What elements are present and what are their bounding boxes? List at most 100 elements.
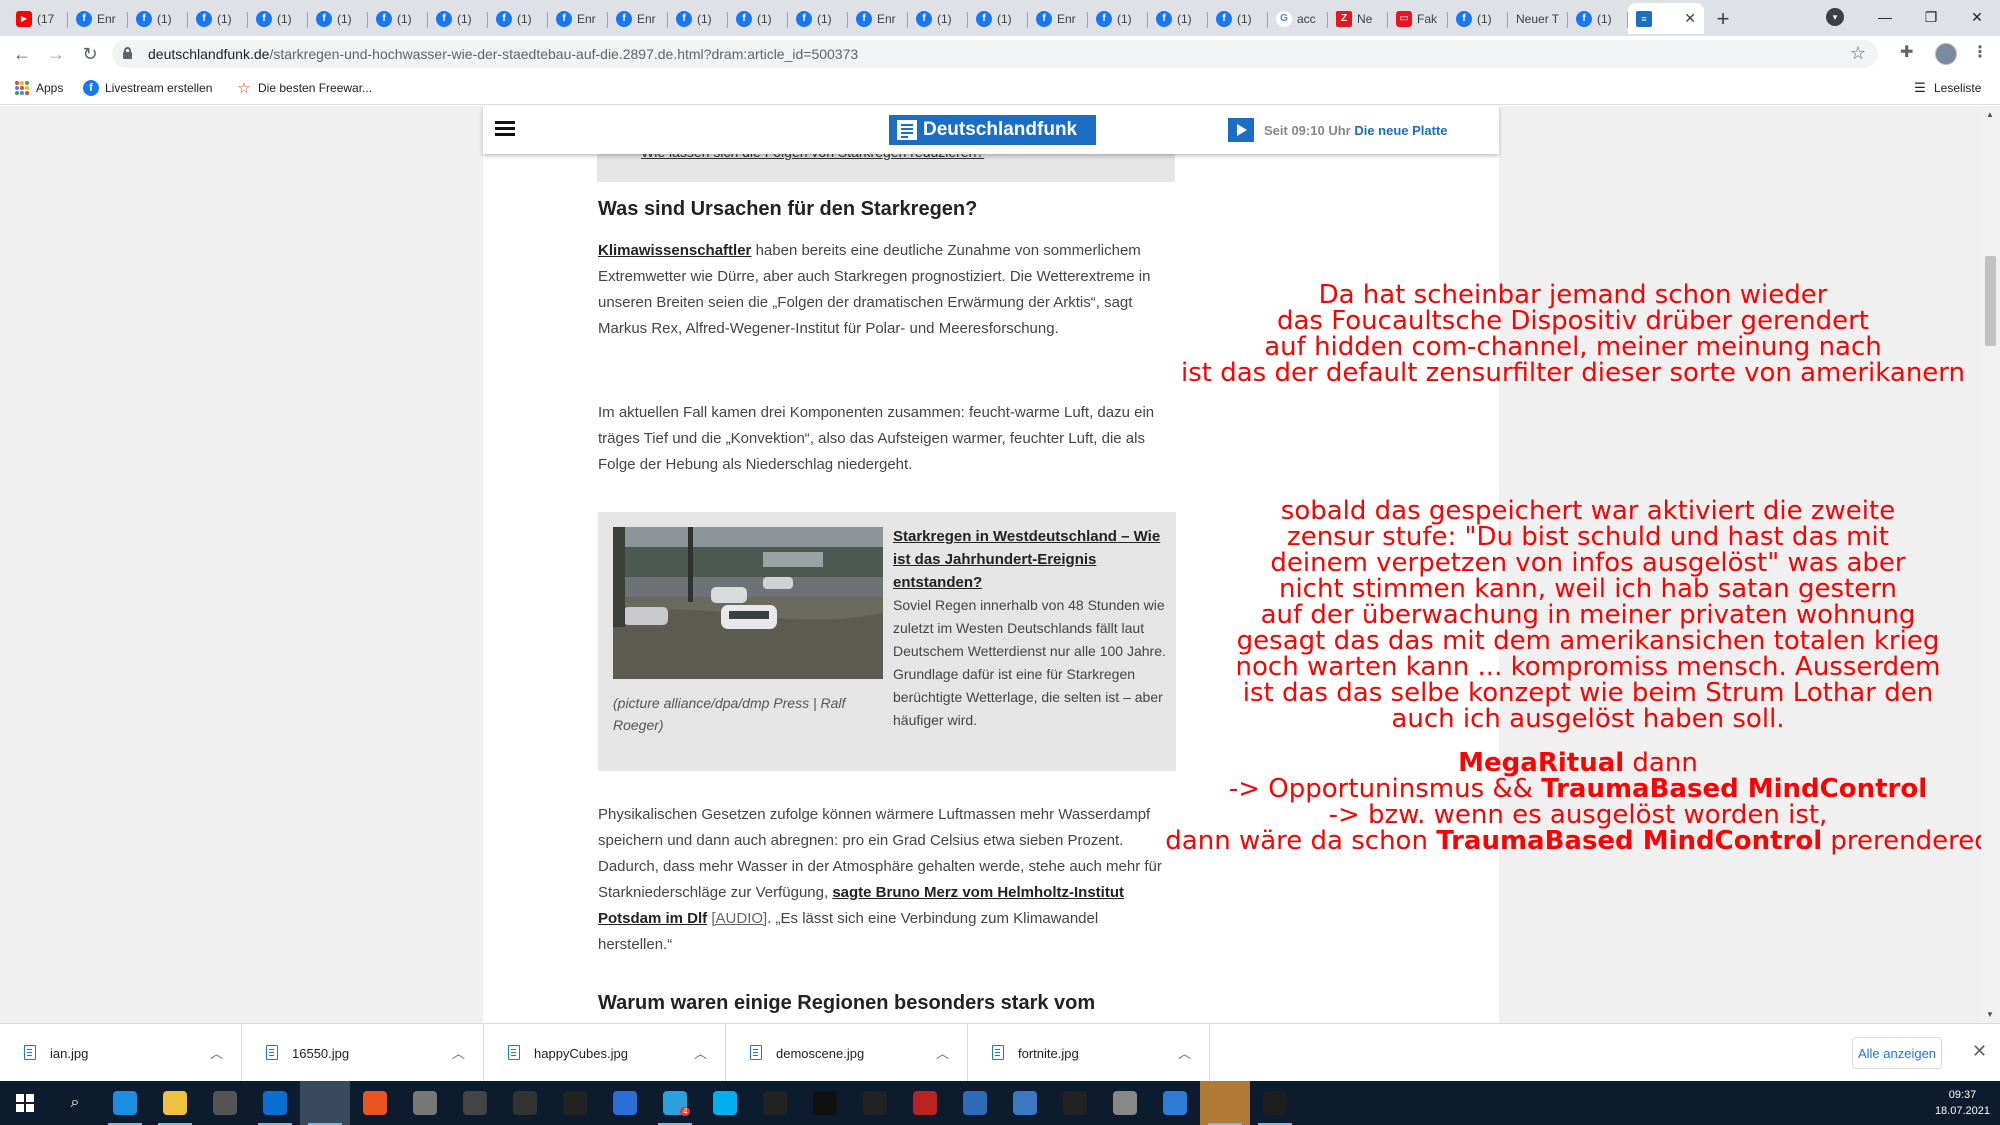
ubuntu-icon[interactable] <box>350 1081 400 1125</box>
browser-tab[interactable]: f (1) <box>188 3 248 34</box>
bookmark-star-icon[interactable]: ☆ <box>1850 43 1866 64</box>
show-all-downloads-button[interactable]: Alle anzeigen <box>1852 1037 1942 1069</box>
chrome-icon[interactable] <box>300 1081 350 1125</box>
browser-tab[interactable]: f Enr <box>608 3 668 34</box>
app-icon[interactable] <box>850 1081 900 1125</box>
lock-icon[interactable] <box>123 47 132 59</box>
browser-tab[interactable]: f (1) <box>308 3 368 34</box>
flood-photo[interactable] <box>613 527 883 679</box>
app-icon[interactable] <box>1150 1081 1200 1125</box>
telegram-icon[interactable]: 4 <box>650 1081 700 1125</box>
live-icon[interactable] <box>550 1081 600 1125</box>
now-playing[interactable]: Seit 09:10 Uhr Die neue Platte <box>1264 123 1448 138</box>
browser-tab[interactable]: Z Ne <box>1328 3 1388 34</box>
browser-tab[interactable]: ▶ (17 <box>8 3 68 34</box>
notepad-icon[interactable] <box>1200 1081 1250 1125</box>
close-shelf-icon[interactable]: ✕ <box>1972 1041 1987 1062</box>
reading-list[interactable]: ☰ Leseliste <box>1912 80 1981 96</box>
teams-icon[interactable] <box>600 1081 650 1125</box>
browser-tab[interactable]: f (1) <box>1088 3 1148 34</box>
browser-tab[interactable]: ▭ Fak <box>1388 3 1448 34</box>
active-tab[interactable]: ≡ ✕ <box>1628 3 1704 34</box>
extensions-icon[interactable]: ✚ <box>1900 42 1913 62</box>
download-item[interactable]: happyCubes.jpg ︿ <box>484 1024 726 1082</box>
chevron-up-icon[interactable]: ︿ <box>210 1043 223 1062</box>
link-audio[interactable]: [AUDIO] <box>711 910 767 927</box>
browser-tab[interactable]: f (1) <box>488 3 548 34</box>
browser-tab[interactable]: f (1) <box>1568 3 1628 34</box>
bookmark-livestream[interactable]: f Livestream erstellen <box>83 80 212 96</box>
store-icon[interactable] <box>200 1081 250 1125</box>
browser-tab[interactable]: f (1) <box>368 3 428 34</box>
new-tab-button[interactable]: + <box>1708 3 1738 34</box>
deutschlandfunk-logo[interactable]: Deutschlandfunk <box>889 115 1096 145</box>
address-bar[interactable]: deutschlandfunk.de/starkregen-und-hochwa… <box>112 40 1878 68</box>
browser-tab[interactable]: f Enr <box>548 3 608 34</box>
system-clock[interactable]: 09:37 18.07.2021 <box>1935 1087 1990 1119</box>
browser-tab[interactable]: f Enr <box>848 3 908 34</box>
download-item[interactable]: fortnite.jpg ︿ <box>968 1024 1210 1082</box>
app-icon[interactable] <box>450 1081 500 1125</box>
app-icon[interactable] <box>950 1081 1000 1125</box>
back-button[interactable]: ← <box>10 42 34 66</box>
browser-menu-icon[interactable]: ⋮ <box>1972 42 1988 62</box>
chevron-up-icon[interactable]: ︿ <box>694 1043 707 1062</box>
bookmark-freeware[interactable]: ☆ Die besten Freewar... <box>236 80 372 97</box>
reload-button[interactable]: ↻ <box>78 42 102 66</box>
download-item[interactable]: 16550.jpg ︿ <box>242 1024 484 1082</box>
browser-tab[interactable]: f (1) <box>1148 3 1208 34</box>
page-scrollbar[interactable]: ▲ ▼ <box>1981 106 2000 1023</box>
play-icon[interactable] <box>1228 118 1254 142</box>
close-tab-icon[interactable]: ✕ <box>1684 10 1696 27</box>
hamburger-menu-icon[interactable] <box>495 121 515 137</box>
teaser-title[interactable]: Starkregen in Westdeutschland – Wie ist … <box>893 525 1163 594</box>
virtualbox-icon[interactable] <box>1000 1081 1050 1125</box>
browser-tab[interactable]: f (1) <box>428 3 488 34</box>
profile-avatar[interactable] <box>1935 43 1957 65</box>
inkscape-icon[interactable] <box>500 1081 550 1125</box>
browser-tab[interactable]: Gacc <box>1268 3 1328 34</box>
obs-icon[interactable] <box>1050 1081 1100 1125</box>
skype-icon[interactable] <box>700 1081 750 1125</box>
download-item[interactable]: ian.jpg ︿ <box>0 1024 242 1082</box>
app-icon[interactable] <box>1100 1081 1150 1125</box>
minimize-button[interactable]: — <box>1862 0 1908 34</box>
browser-tab[interactable]: f Enr <box>68 3 128 34</box>
browser-tab[interactable]: Neuer T <box>1508 3 1568 34</box>
app-icon[interactable] <box>400 1081 450 1125</box>
close-window-button[interactable]: ✕ <box>1954 0 2000 34</box>
restore-button[interactable]: ❐ <box>1908 0 1954 34</box>
url-text[interactable]: deutschlandfunk.de/starkregen-und-hochwa… <box>148 46 858 62</box>
terminal-icon[interactable] <box>1250 1081 1300 1125</box>
chevron-up-icon[interactable]: ︿ <box>936 1043 949 1062</box>
download-item[interactable]: demoscene.jpg ︿ <box>726 1024 968 1082</box>
voicemeeter-icon[interactable] <box>900 1081 950 1125</box>
search-icon[interactable]: ⌕ <box>50 1081 100 1125</box>
edge-icon[interactable] <box>100 1081 150 1125</box>
browser-tab[interactable]: f (1) <box>128 3 188 34</box>
browser-tab[interactable]: f (1) <box>788 3 848 34</box>
app-icon[interactable] <box>750 1081 800 1125</box>
kali-icon[interactable] <box>800 1081 850 1125</box>
forward-button[interactable]: → <box>44 42 68 66</box>
chevron-up-icon[interactable]: ︿ <box>1178 1043 1191 1062</box>
link-klimawissenschaftler[interactable]: Klimawissenschaftler <box>598 242 751 259</box>
browser-tab[interactable]: f Enr <box>1028 3 1088 34</box>
scrollbar-thumb[interactable] <box>1985 256 1996 346</box>
browser-tab[interactable]: f (1) <box>1208 3 1268 34</box>
browser-tab[interactable]: f (1) <box>728 3 788 34</box>
browser-tab[interactable]: f (1) <box>1448 3 1508 34</box>
bookmark-apps[interactable]: Apps <box>14 80 63 96</box>
teaser-box[interactable]: (picture alliance/dpa/dmp Press | Ralf R… <box>598 512 1176 771</box>
tab-search-icon[interactable]: ▾ <box>1826 8 1844 26</box>
chevron-up-icon[interactable]: ︿ <box>452 1043 465 1062</box>
browser-tab[interactable]: f (1) <box>908 3 968 34</box>
mail-icon[interactable] <box>250 1081 300 1125</box>
browser-tab[interactable]: f (1) <box>668 3 728 34</box>
scroll-up-icon[interactable]: ▲ <box>1986 110 1994 119</box>
browser-tab[interactable]: f (1) <box>968 3 1028 34</box>
windows-start-icon[interactable] <box>0 1081 50 1125</box>
file-explorer-icon[interactable] <box>150 1081 200 1125</box>
scroll-down-icon[interactable]: ▼ <box>1986 1010 1994 1019</box>
browser-tab[interactable]: f (1) <box>248 3 308 34</box>
